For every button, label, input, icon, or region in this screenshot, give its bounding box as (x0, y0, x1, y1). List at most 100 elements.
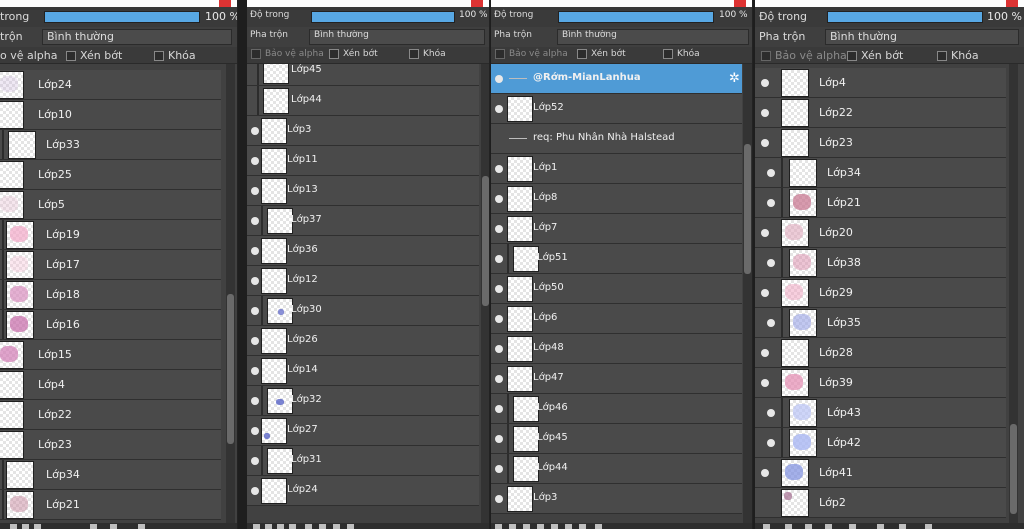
mask-icon[interactable] (319, 524, 326, 529)
visibility-icon[interactable] (761, 349, 769, 357)
layer-row[interactable]: Lớp23 (0, 430, 221, 460)
visibility-icon[interactable] (251, 457, 259, 465)
layer-row[interactable]: Lớp39 (755, 368, 1006, 398)
layer-row[interactable]: Lớp1 (491, 154, 742, 184)
visibility-icon[interactable] (495, 495, 503, 503)
merge-icon[interactable] (305, 524, 312, 529)
visibility-icon[interactable] (251, 397, 259, 405)
layer-list-scrollbar[interactable] (1009, 64, 1018, 523)
delete-icon[interactable] (347, 524, 354, 529)
layer-row[interactable]: Lớp46 (491, 394, 742, 424)
visibility-icon[interactable] (251, 337, 259, 345)
visibility-icon[interactable] (495, 465, 503, 473)
duplicate-icon[interactable] (34, 524, 41, 529)
visibility-icon[interactable] (251, 307, 259, 315)
new-folder-icon[interactable] (22, 524, 29, 529)
layer-row[interactable]: Lớp30 (247, 296, 479, 326)
layer-row[interactable]: Lớp22 (755, 98, 1006, 128)
opacity-slider[interactable] (827, 11, 983, 23)
visibility-icon[interactable] (251, 127, 259, 135)
lock-checkbox[interactable]: Khóa (154, 49, 196, 62)
settings-icon[interactable] (899, 524, 906, 529)
layer-row[interactable]: Lớp3 (247, 116, 479, 146)
layer-row[interactable]: req: Phu Nhân Nhà Halstead (491, 124, 742, 154)
visibility-icon[interactable] (767, 169, 775, 177)
visibility-icon[interactable] (495, 75, 503, 83)
layer-list-scrollbar[interactable] (226, 64, 235, 523)
layer-row[interactable]: Lớp12 (247, 266, 479, 296)
new-folder-icon[interactable] (785, 524, 792, 529)
layer-row[interactable]: Lớp47 (491, 364, 742, 394)
layer-row[interactable]: Lớp45 (491, 424, 742, 454)
layer-row[interactable]: Lớp4 (755, 68, 1006, 98)
protect-alpha-checkbox[interactable]: o vệ alpha (0, 49, 58, 62)
visibility-icon[interactable] (761, 289, 769, 297)
layer-row[interactable]: Lớp35 (755, 308, 1006, 338)
visibility-icon[interactable] (495, 105, 503, 113)
layer-row[interactable]: Lớp22 (0, 400, 221, 430)
copy-icon[interactable] (537, 524, 544, 529)
layer-row[interactable]: Lớp3 (491, 484, 742, 514)
layer-row[interactable]: Lớp45 (247, 64, 479, 86)
layer-row[interactable]: Lớp44 (491, 454, 742, 484)
layer-row[interactable]: Lớp33 (0, 130, 221, 160)
layer-row[interactable]: Lớp32 (247, 386, 479, 416)
layer-row[interactable]: Lớp41 (755, 458, 1006, 488)
layer-row[interactable]: Lớp11 (247, 146, 479, 176)
protect-alpha-checkbox[interactable]: Bảo vệ alpha (495, 49, 568, 59)
duplicate-icon[interactable] (523, 524, 530, 529)
visibility-icon[interactable] (495, 405, 503, 413)
layer-row[interactable]: Lớp52 (491, 94, 742, 124)
protect-alpha-checkbox[interactable]: Bảo vệ alpha (251, 49, 324, 59)
layer-row[interactable]: Lớp14 (247, 356, 479, 386)
layer-row[interactable]: Lớp34 (0, 460, 221, 490)
layer-row[interactable]: Lớp38 (755, 248, 1006, 278)
layer-row[interactable]: Lớp15 (0, 340, 221, 370)
new-folder-icon[interactable] (509, 524, 516, 529)
visibility-icon[interactable] (251, 427, 259, 435)
visibility-icon[interactable] (761, 469, 769, 477)
merge-icon[interactable] (551, 524, 558, 529)
layer-row[interactable]: Lớp50 (491, 274, 742, 304)
visibility-icon[interactable] (495, 345, 503, 353)
opacity-slider[interactable] (558, 11, 714, 23)
visibility-icon[interactable] (495, 285, 503, 293)
visibility-icon[interactable] (495, 195, 503, 203)
visibility-icon[interactable] (251, 217, 259, 225)
visibility-icon[interactable] (495, 435, 503, 443)
layer-row[interactable]: Lớp17 (0, 250, 221, 280)
visibility-icon[interactable] (495, 225, 503, 233)
protect-alpha-checkbox[interactable]: Bảo vệ alpha (761, 49, 847, 62)
visibility-icon[interactable] (761, 109, 769, 117)
layer-row[interactable]: Lớp24 (247, 476, 479, 506)
layer-row[interactable]: Lớp29 (755, 278, 1006, 308)
copy-icon[interactable] (289, 524, 296, 529)
visibility-icon[interactable] (761, 79, 769, 87)
mask-icon[interactable] (877, 524, 884, 529)
visibility-icon[interactable] (761, 139, 769, 147)
visibility-icon[interactable] (251, 187, 259, 195)
visibility-icon[interactable] (767, 319, 775, 327)
delete-icon[interactable] (595, 524, 602, 529)
visibility-icon[interactable] (767, 199, 775, 207)
mask-icon[interactable] (110, 524, 117, 529)
visibility-icon[interactable] (495, 255, 503, 263)
new-folder-icon[interactable] (265, 524, 272, 529)
layer-row[interactable]: Lớp43 (755, 398, 1006, 428)
settings-icon[interactable] (579, 524, 586, 529)
layer-row[interactable]: Lớp7 (491, 214, 742, 244)
delete-icon[interactable] (138, 524, 145, 529)
merge-icon[interactable] (849, 524, 856, 529)
blend-mode-select[interactable]: Bình thường (825, 29, 1019, 45)
layer-row[interactable]: Lớp21 (0, 490, 221, 520)
clip-checkbox[interactable]: Xén bớt (577, 49, 626, 59)
layer-list-scrollbar[interactable] (743, 64, 752, 523)
layer-row[interactable]: Lớp34 (755, 158, 1006, 188)
blend-mode-select[interactable]: Bình thường (557, 29, 749, 45)
merge-icon[interactable] (90, 524, 97, 529)
close-icon[interactable] (1006, 0, 1018, 7)
layer-row[interactable]: Lớp2 (755, 488, 1006, 518)
layer-row[interactable]: Lớp18 (0, 280, 221, 310)
duplicate-icon[interactable] (805, 524, 812, 529)
layer-row[interactable]: Lớp8 (491, 184, 742, 214)
